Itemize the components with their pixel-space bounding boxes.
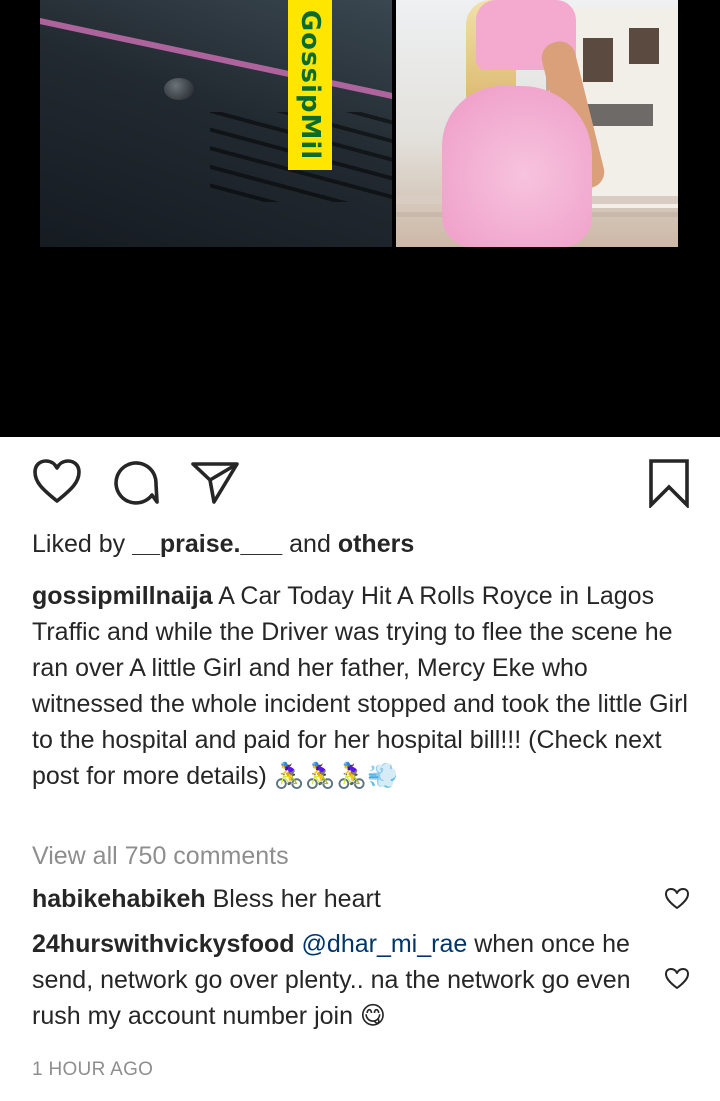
heart-icon[interactable] bbox=[32, 458, 82, 506]
likes-prefix: Liked by bbox=[32, 530, 126, 558]
person-photo bbox=[396, 0, 678, 247]
caption-emoji: 🚴‍♀️🚴‍♀️🚴‍♀️💨 bbox=[273, 762, 399, 790]
person-shorts bbox=[442, 86, 592, 247]
view-all-comments-link[interactable]: View all 750 comments bbox=[32, 841, 289, 871]
dashboard-sensor bbox=[164, 78, 194, 100]
caption-username[interactable]: gossipmillnaija bbox=[32, 582, 213, 610]
dashboard-rim bbox=[40, 0, 392, 112]
likes-conjunction: and bbox=[289, 530, 331, 558]
likes-summary[interactable]: Liked by __praise.___ and others bbox=[32, 528, 414, 560]
caption-text: A Car Today Hit A Rolls Royce in Lagos T… bbox=[32, 582, 688, 790]
post-timestamp: 1 HOUR AGO bbox=[32, 1059, 154, 1080]
comment-item: habikehabikeh Bless her heart bbox=[32, 881, 642, 917]
comment-like-icon[interactable] bbox=[664, 887, 690, 911]
watermark-banner: GossipMil bbox=[288, 0, 332, 170]
post-caption: gossipmillnaija A Car Today Hit A Rolls … bbox=[32, 578, 692, 794]
comment-item: 24hurswithvickysfood @dhar_mi_rae when o… bbox=[32, 926, 642, 1034]
action-bar bbox=[0, 458, 720, 514]
comment-username[interactable]: habikehabikeh bbox=[32, 885, 206, 913]
bookmark-icon[interactable] bbox=[648, 458, 690, 508]
share-icon[interactable] bbox=[190, 458, 240, 506]
comment-username[interactable]: 24hurswithvickysfood bbox=[32, 930, 295, 958]
likes-others-link[interactable]: others bbox=[338, 530, 414, 558]
comment-like-icon[interactable] bbox=[664, 967, 690, 991]
car-dashboard-photo: GossipMil bbox=[40, 0, 392, 247]
comment-text: Bless her heart bbox=[212, 885, 381, 913]
comment-mention[interactable]: @dhar_mi_rae bbox=[302, 930, 468, 958]
post-media[interactable]: GossipMil bbox=[0, 0, 720, 437]
liker-username[interactable]: __praise.___ bbox=[132, 530, 282, 558]
watermark-text: GossipMil bbox=[295, 9, 325, 161]
comment-icon[interactable] bbox=[112, 458, 160, 506]
